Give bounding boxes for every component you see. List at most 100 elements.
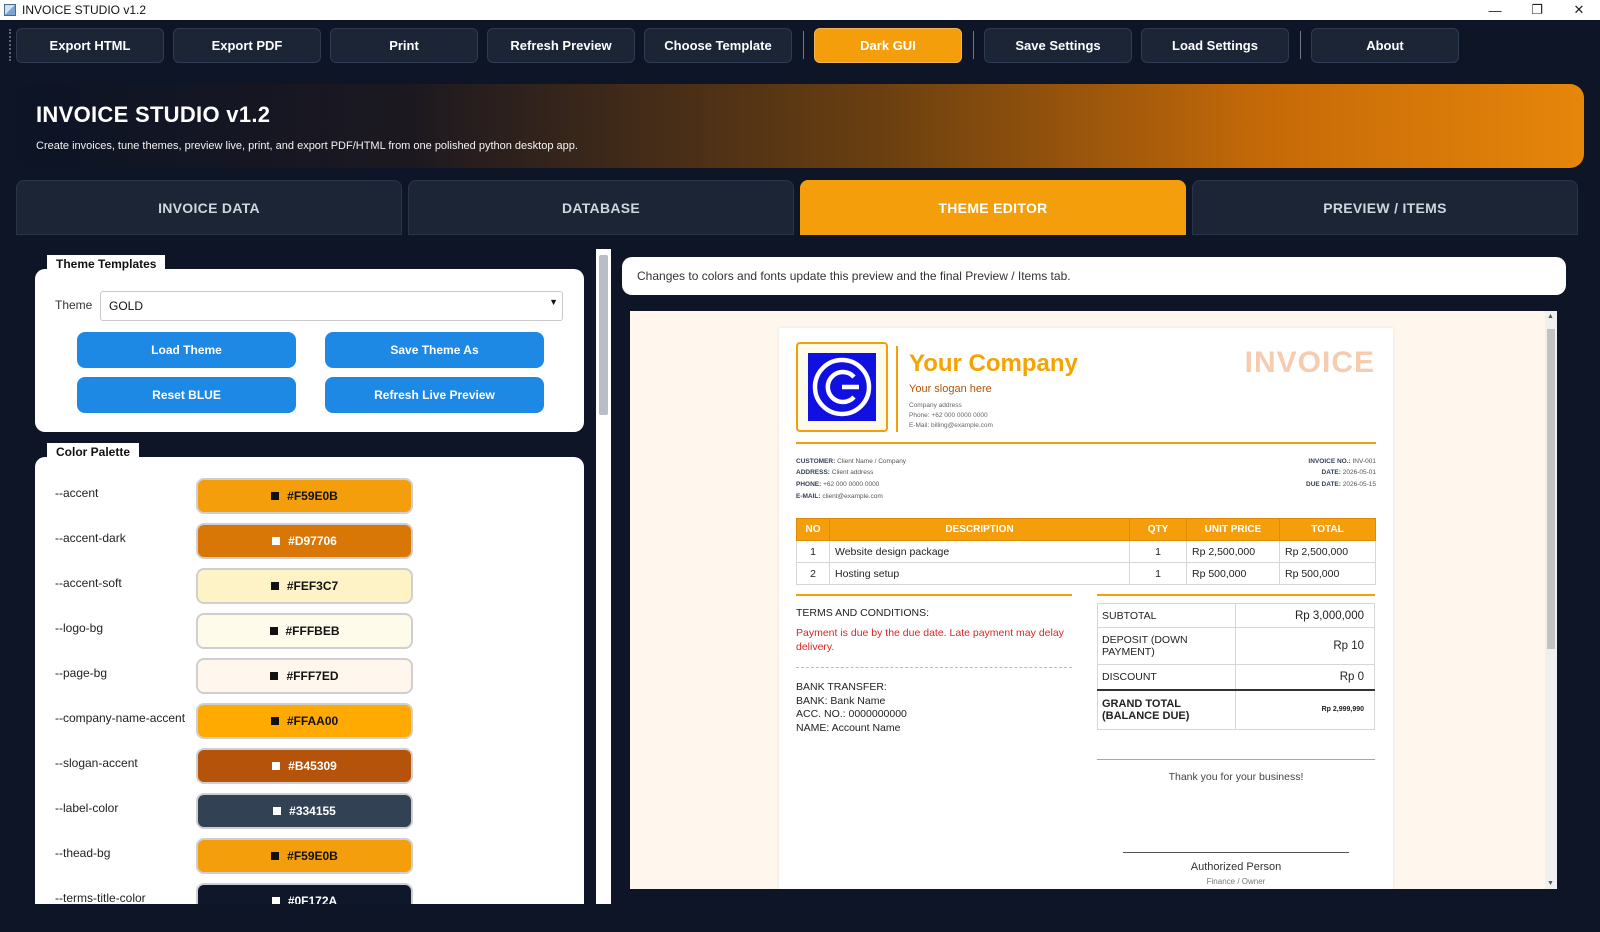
header-rule [796, 442, 1376, 444]
col-description: DESCRIPTION [829, 518, 1130, 541]
color-palette-list: --accent #F59E0B --accent-dark #D97706 --acc… [0, 0, 600, 904]
thank-you-text: Thank you for your business! [1168, 771, 1304, 783]
palette-label: --page-bg [55, 666, 108, 680]
bank-name: BANK: Bank Name [796, 694, 886, 707]
terms-rule [796, 594, 1072, 596]
signer-role: Finance / Owner [1206, 877, 1266, 886]
left-panel-scrollbar[interactable] [596, 249, 611, 904]
terms-title: TERMS AND CONDITIONS: [796, 607, 930, 619]
row-total: Rp 2,500,000 [1279, 540, 1376, 563]
items-table: NO DESCRIPTION QTY UNIT PRICE TOTAL 1 We… [796, 518, 1376, 585]
row-unit-price: Rp 2,500,000 [1186, 540, 1280, 563]
close-icon[interactable]: ✕ [1558, 0, 1600, 20]
color-square-icon [270, 582, 279, 590]
color-swatch-button[interactable]: #D97706 [196, 523, 413, 559]
logo-icon [812, 357, 872, 417]
deposit-row: DEPOSIT (DOWN PAYMENT) Rp 10 [1097, 627, 1375, 665]
color-swatch-button[interactable]: #FFAA00 [196, 703, 413, 739]
palette-label: --logo-bg [55, 621, 104, 635]
col-unit-price: UNIT PRICE [1186, 518, 1280, 541]
tab-theme-editor[interactable]: THEME EDITOR [800, 180, 1186, 235]
scrollbar-thumb[interactable] [599, 255, 608, 415]
row-description: Hosting setup [829, 562, 1130, 585]
color-hex-value: #B45309 [288, 759, 337, 773]
about-button[interactable]: About [1311, 28, 1459, 63]
color-swatch-button[interactable]: #F59E0B [196, 478, 413, 514]
row-no: 2 [796, 562, 830, 585]
row-qty: 1 [1129, 540, 1187, 563]
company-logo [796, 342, 888, 432]
minimize-icon[interactable]: — [1474, 0, 1516, 20]
due-date-line: DUE DATE: 2026-05-15 [1306, 481, 1376, 488]
toolbar-separator [1300, 31, 1301, 59]
palette-label: --accent [55, 486, 99, 500]
color-swatch-button[interactable]: #B45309 [196, 748, 413, 784]
palette-label: --accent-dark [55, 531, 126, 545]
bank-account-no: ACC. NO.: 0000000000 [796, 708, 907, 720]
invoice-no-line: INVOICE NO.: INV-001 [1308, 458, 1376, 465]
email-line: E-MAIL: client@example.com [796, 493, 883, 500]
palette-label: --accent-soft [55, 576, 122, 590]
terms-divider [796, 667, 1072, 668]
color-square-icon [272, 762, 281, 770]
preview-scrollbar[interactable]: ▲ ▼ [1545, 311, 1557, 889]
summary-table: SUBTOTAL Rp 3,000,000 DEPOSIT (DOWN PAYM… [1097, 603, 1375, 730]
grand-total-row: GRAND TOTAL (BALANCE DUE) Rp 2,999,990 [1097, 688, 1375, 730]
palette-label: --slogan-accent [55, 756, 138, 770]
toolbar-separator [973, 31, 974, 59]
color-swatch-button[interactable]: #FFF7ED [196, 658, 413, 694]
invoice-title: INVOICE [1244, 346, 1375, 379]
color-square-icon [270, 672, 279, 680]
company-phone: Phone: +62 000 0000 0000 [909, 412, 988, 419]
items-header-row: NO DESCRIPTION QTY UNIT PRICE TOTAL [796, 518, 1376, 541]
summary-rule [1097, 594, 1375, 596]
color-swatch-button[interactable]: #0F172A [196, 883, 413, 904]
color-swatch-button[interactable]: #F59E0B [196, 838, 413, 874]
date-line: DATE: 2026-05-01 [1321, 469, 1376, 476]
color-square-icon [271, 897, 280, 904]
palette-label: --terms-title-color [55, 891, 146, 904]
color-swatch-button[interactable]: #FFFBEB [196, 613, 413, 649]
row-description: Website design package [829, 540, 1130, 563]
color-hex-value: #334155 [289, 804, 336, 818]
color-swatch-button[interactable]: #334155 [196, 793, 413, 829]
save-settings-button[interactable]: Save Settings [984, 28, 1132, 63]
color-hex-value: #F59E0B [287, 489, 338, 503]
customer-line: CUSTOMER: Client Name / Company [796, 458, 907, 465]
invoice-paper: Your Company Your slogan here Company ad… [779, 328, 1393, 889]
row-qty: 1 [1129, 562, 1187, 585]
subtotal-row: SUBTOTAL Rp 3,000,000 [1097, 603, 1375, 628]
signer-name: Authorized Person [1190, 861, 1282, 873]
color-square-icon [271, 852, 280, 860]
color-square-icon [273, 807, 282, 815]
color-hex-value: #FFAA00 [286, 714, 339, 728]
load-settings-button[interactable]: Load Settings [1141, 28, 1289, 63]
palette-label: --thead-bg [55, 846, 111, 860]
scrollbar-thumb[interactable] [1547, 329, 1555, 649]
color-hex-value: #FFF7ED [286, 669, 339, 683]
preview-notice: Changes to colors and fonts update this … [622, 257, 1566, 295]
maximize-icon[interactable]: ❐ [1516, 0, 1558, 20]
palette-label: --company-name-accent [55, 711, 186, 725]
signature-line [1123, 852, 1349, 853]
discount-row: DISCOUNT Rp 0 [1097, 664, 1375, 690]
color-hex-value: #0F172A [287, 894, 338, 904]
terms-text: Payment is due by the due date. Late pay… [796, 627, 1064, 653]
color-swatch-button[interactable]: #FEF3C7 [196, 568, 413, 604]
invoice-live-preview: Your Company Your slogan here Company ad… [630, 311, 1545, 889]
scroll-down-icon[interactable]: ▼ [1547, 880, 1554, 887]
col-qty: QTY [1129, 518, 1187, 541]
palette-label: --label-color [55, 801, 119, 815]
thanks-rule [1097, 759, 1375, 760]
company-name: Your Company [909, 350, 1078, 377]
row-unit-price: Rp 500,000 [1186, 562, 1280, 585]
dark-gui-button[interactable]: Dark GUI [814, 28, 962, 63]
company-slogan: Your slogan here [909, 383, 992, 395]
color-square-icon [272, 537, 281, 545]
color-square-icon [269, 627, 278, 635]
color-hex-value: #FEF3C7 [286, 579, 339, 593]
tab-preview-items[interactable]: PREVIEW / ITEMS [1192, 180, 1578, 235]
color-hex-value: #D97706 [288, 534, 337, 548]
scroll-up-icon[interactable]: ▲ [1547, 313, 1554, 320]
choose-template-button[interactable]: Choose Template [644, 28, 792, 63]
